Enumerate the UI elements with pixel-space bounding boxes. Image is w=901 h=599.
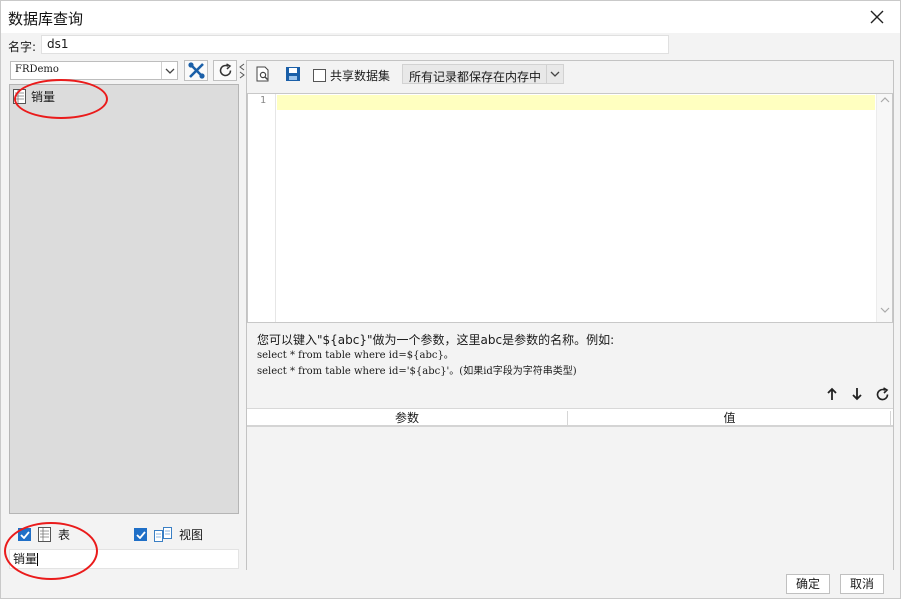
annotation-ellipse-tree bbox=[14, 79, 108, 119]
refresh-icon bbox=[876, 386, 888, 400]
parameter-table: 参数 值 bbox=[247, 408, 893, 570]
scroll-up-icon[interactable] bbox=[880, 96, 890, 104]
memory-mode-value: 所有记录都保存在内存中 bbox=[409, 70, 542, 84]
arrow-down-icon bbox=[852, 388, 862, 401]
hint-line-2: select * from table where id=${abc}。 bbox=[257, 350, 454, 361]
move-down-button[interactable] bbox=[849, 386, 865, 402]
show-views-label: 视图 bbox=[179, 528, 204, 542]
preview-icon bbox=[256, 66, 269, 82]
save-icon bbox=[286, 67, 300, 81]
scroll-down-icon[interactable] bbox=[880, 306, 890, 314]
refresh-tables-button[interactable] bbox=[213, 60, 237, 81]
sql-toolbar: 共享数据集 所有记录都保存在内存中 bbox=[247, 61, 893, 87]
checkbox-unchecked[interactable] bbox=[313, 69, 326, 82]
name-input[interactable]: ds1 bbox=[41, 35, 669, 54]
parameter-hint: 您可以键入"${abc}"做为一个参数，这里abc是参数的名称。例如: sele… bbox=[257, 332, 614, 380]
database-query-dialog: 数据库查询 名字: ds1 FRDemo 销量 表 视图 销量 共享数据集 所有… bbox=[0, 0, 901, 599]
chevron-down-icon bbox=[161, 62, 178, 79]
sql-editor[interactable]: 1 bbox=[247, 93, 893, 323]
show-views-checkbox[interactable]: 视图 bbox=[134, 526, 203, 543]
checkbox-checked[interactable] bbox=[134, 528, 147, 541]
datasource-select-value: FRDemo bbox=[15, 64, 59, 75]
column-header-parameter[interactable]: 参数 bbox=[247, 411, 568, 425]
dialog-title: 数据库查询 bbox=[8, 10, 84, 28]
memory-mode-select[interactable]: 所有记录都保存在内存中 bbox=[402, 64, 564, 84]
title-bar: 数据库查询 bbox=[1, 1, 900, 33]
collapse-handle[interactable] bbox=[239, 63, 245, 79]
close-button[interactable] bbox=[863, 5, 891, 29]
preview-button[interactable] bbox=[253, 64, 273, 84]
line-number: 1 bbox=[259, 95, 266, 106]
ok-button[interactable]: 确定 bbox=[786, 574, 830, 594]
cancel-button[interactable]: 取消 bbox=[840, 574, 884, 594]
shared-dataset-label: 共享数据集 bbox=[330, 69, 391, 83]
datasource-select[interactable]: FRDemo bbox=[10, 61, 178, 80]
line-number-gutter: 1 bbox=[248, 94, 276, 322]
editor-scrollbar[interactable] bbox=[876, 94, 892, 322]
connection-settings-button[interactable] bbox=[184, 60, 208, 81]
annotation-ellipse-filter bbox=[4, 522, 98, 580]
refresh-icon bbox=[219, 63, 231, 77]
active-line-highlight bbox=[277, 95, 875, 110]
name-label: 名字: bbox=[8, 40, 37, 54]
move-up-button[interactable] bbox=[824, 386, 840, 402]
shared-dataset-checkbox[interactable]: 共享数据集 bbox=[313, 67, 390, 84]
view-icon bbox=[154, 527, 172, 542]
hint-line-1: 您可以键入"${abc}"做为一个参数，这里abc是参数的名称。例如: bbox=[257, 333, 615, 347]
refresh-parameters-button[interactable] bbox=[874, 386, 890, 402]
hint-line-3: select * from table where id='${abc}'。(如… bbox=[257, 366, 577, 377]
save-query-button[interactable] bbox=[283, 64, 303, 84]
table-tree: 销量 bbox=[9, 84, 239, 514]
sql-panel: 共享数据集 所有记录都保存在内存中 1 您可以键入"${abc}"做为一个参数，… bbox=[246, 60, 894, 570]
parameter-table-header: 参数 值 bbox=[247, 408, 893, 427]
tools-icon bbox=[187, 62, 205, 79]
chevron-down-icon bbox=[546, 65, 563, 83]
column-header-value[interactable]: 值 bbox=[569, 411, 891, 425]
close-icon bbox=[870, 10, 884, 24]
arrow-up-icon bbox=[827, 387, 837, 400]
